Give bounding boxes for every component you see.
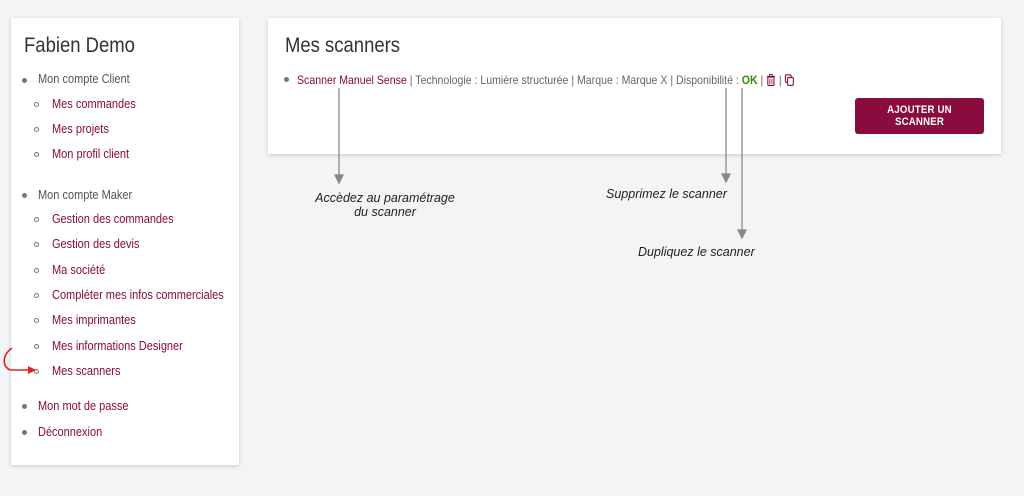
separator: | xyxy=(757,73,767,87)
page-title: Mes scanners xyxy=(285,34,401,57)
bullet xyxy=(22,430,27,435)
bullet xyxy=(22,404,27,409)
section-client-account: Mon compte Client xyxy=(38,72,130,86)
add-scanner-label: AJOUTER UN SCANNER xyxy=(887,104,952,128)
scanner-row: Scanner Manuel Sense | Technologie : Lum… xyxy=(297,73,794,89)
scanners-panel: Mes scanners Scanner Manuel Sense | Tech… xyxy=(268,18,1001,154)
sidebar-item-mes-projets[interactable]: Mes projets xyxy=(52,122,109,136)
sidebar-item-informations-designer[interactable]: Mes informations Designer xyxy=(52,339,183,353)
circle-bullet xyxy=(34,344,39,349)
circle-bullet xyxy=(34,127,39,132)
circle-bullet xyxy=(34,102,39,107)
circle-bullet xyxy=(34,268,39,273)
sidebar-item-deconnexion[interactable]: Déconnexion xyxy=(38,425,102,439)
account-sidebar: Fabien Demo Mon compte Client Mes comman… xyxy=(11,18,239,465)
sidebar-item-infos-commerciales[interactable]: Compléter mes infos commerciales xyxy=(52,288,224,302)
circle-bullet xyxy=(34,318,39,323)
bullet xyxy=(284,77,289,82)
copy-icon[interactable] xyxy=(784,74,795,89)
sidebar-item-mes-scanners[interactable]: Mes scanners xyxy=(52,364,120,378)
duplicate-annotation: Dupliquez le scanner xyxy=(638,245,755,259)
sidebar-item-mes-commandes[interactable]: Mes commandes xyxy=(52,97,136,111)
user-name-title: Fabien Demo xyxy=(24,34,135,57)
trash-icon[interactable] xyxy=(766,74,776,89)
settings-annotation-line1: Accèdez au paramétrage xyxy=(315,191,455,205)
bullet xyxy=(22,193,27,198)
settings-annotation: Accèdez au paramétrage du scanner xyxy=(310,191,460,219)
availability-status: OK xyxy=(741,73,758,87)
scanner-name-link[interactable]: Scanner Manuel Sense xyxy=(297,73,407,87)
settings-arrow-head xyxy=(333,174,345,185)
sidebar-item-mon-profil-client[interactable]: Mon profil client xyxy=(52,147,129,161)
sidebar-item-mes-imprimantes[interactable]: Mes imprimantes xyxy=(52,313,136,327)
circle-bullet xyxy=(34,369,39,374)
circle-bullet xyxy=(34,152,39,157)
circle-bullet xyxy=(34,217,39,222)
bullet xyxy=(22,78,27,83)
delete-annotation: Supprimez le scanner xyxy=(606,187,727,201)
settings-annotation-line2: du scanner xyxy=(354,205,416,219)
sidebar-item-gestion-devis[interactable]: Gestion des devis xyxy=(52,237,139,251)
scanner-details: | Technologie : Lumière structurée | Mar… xyxy=(406,73,742,87)
delete-arrow-head xyxy=(720,173,732,184)
duplicate-arrow-head xyxy=(736,229,748,240)
sidebar-item-gestion-commandes[interactable]: Gestion des commandes xyxy=(52,212,174,226)
sidebar-item-mot-de-passe[interactable]: Mon mot de passe xyxy=(38,399,129,413)
separator: | xyxy=(775,73,782,87)
circle-bullet xyxy=(34,293,39,298)
section-maker-account: Mon compte Maker xyxy=(38,188,133,202)
sidebar-item-ma-societe[interactable]: Ma société xyxy=(52,263,105,277)
add-scanner-button[interactable]: AJOUTER UN SCANNER xyxy=(855,98,984,134)
circle-bullet xyxy=(34,242,39,247)
